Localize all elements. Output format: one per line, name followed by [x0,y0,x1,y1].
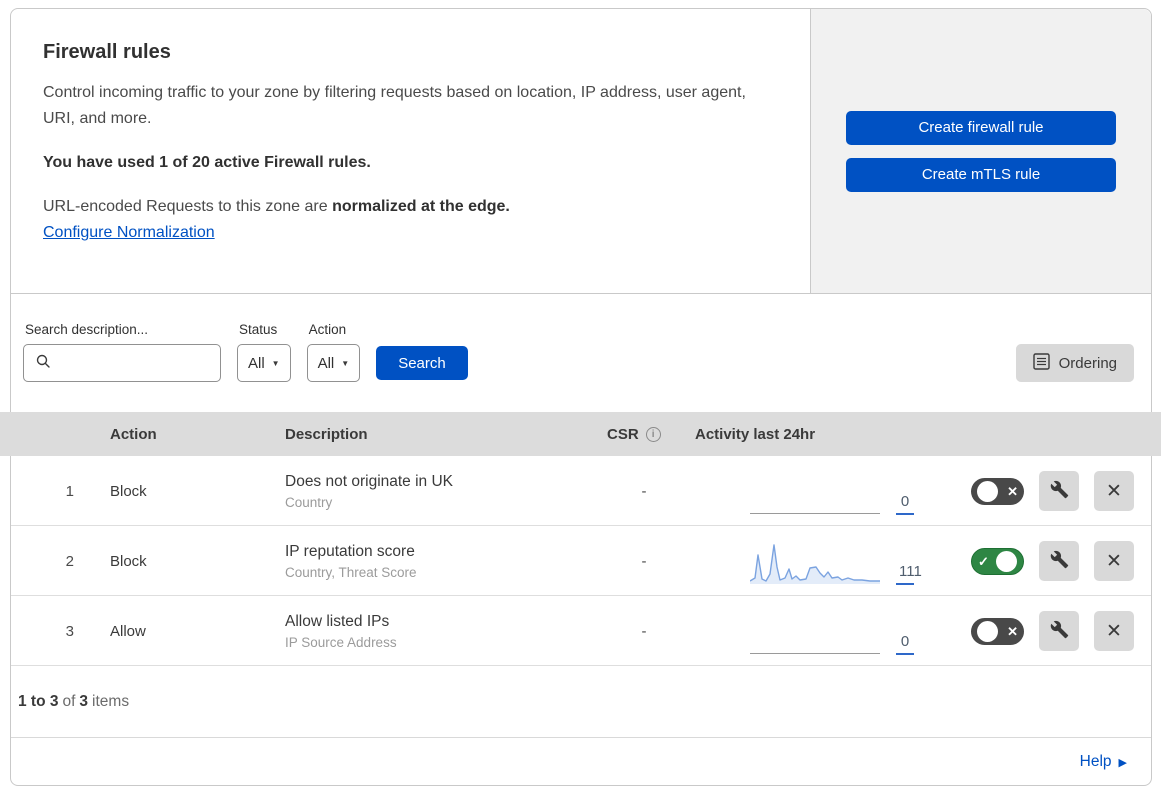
rule-csr-value: - [641,622,647,640]
table-row: 3 Allow Allow listed IPs IP Source Address -… [11,596,1151,666]
info-icon[interactable]: i [645,426,661,442]
help-bar: Help ▶ [11,738,1151,786]
column-activity: Activity last 24hr [695,425,816,443]
rule-description: Allow listed IPs [285,612,390,630]
search-button[interactable]: Search [376,346,468,380]
search-label: Search description... [25,322,149,337]
rule-fields: Country, Threat Score [285,564,417,580]
rule-controls: ✕ ✕ [910,611,1151,651]
status-filter-group: Status All ▼ [237,322,291,382]
activity-sparkline [750,513,880,515]
status-filter-select[interactable]: All ▼ [237,344,291,382]
close-icon: ✕ [1106,480,1122,502]
chevron-down-icon: ▼ [341,358,350,368]
ordering-list-icon [1032,352,1050,374]
rule-enabled-toggle[interactable]: ✕ [971,617,1024,645]
rule-fields: IP Source Address [285,634,397,650]
edit-rule-button[interactable] [1039,611,1079,651]
column-description: Description [285,425,368,443]
status-label: Status [239,322,278,337]
page-title: Firewall rules [43,41,171,63]
rule-activity-cell: 111 [685,526,922,596]
pagination-summary: 1 to 3 of 3 items [11,666,1151,738]
toggle-knob [977,620,998,642]
edit-rule-button[interactable] [1039,471,1079,511]
table-row: 1 Block Does not originate in UK Country -0 ✕… [11,456,1151,526]
column-csr: CSR i [597,426,685,443]
rule-controls: ✓ ✕ [910,541,1151,581]
rule-enabled-toggle[interactable]: ✓ [971,547,1024,575]
rule-action: Block [110,552,147,570]
action-filter-select[interactable]: All ▼ [306,344,361,382]
page-description: Control incoming traffic to your zone by… [43,84,746,127]
wrench-icon [1050,620,1069,642]
rule-enabled-toggle[interactable]: ✕ [971,477,1024,505]
search-icon [35,353,51,374]
action-filter-group: Action All ▼ [306,322,361,382]
table-header: Action Description CSR i Activity last 2… [0,412,1161,456]
rule-csr-value: - [641,482,647,500]
ordering-button[interactable]: Ordering [1015,344,1134,382]
configure-normalization-link[interactable]: Configure Normalization [43,224,215,241]
create-firewall-rule-button[interactable]: Create firewall rule [846,110,1116,145]
search-description-input[interactable] [51,345,240,381]
usage-summary: You have used 1 of 20 active Firewall ru… [43,154,371,171]
check-icon: ✓ [978,553,989,569]
delete-rule-button[interactable]: ✕ [1094,471,1134,511]
toggle-knob [977,480,998,502]
arrow-right-icon: ▶ [1118,756,1127,769]
filter-bar: Search description... Status All ▼ Actio… [11,294,1151,412]
search-field-group: Search description... [23,322,240,382]
activity-sparkline [750,541,880,585]
rule-action: Block [110,482,147,500]
table-row: 2 Block IP reputation score Country, Threat… [11,526,1151,596]
rule-description-cell: IP reputation score Country, Threat Score [275,543,597,580]
rule-controls: ✕ ✕ [910,471,1151,511]
rule-activity-cell: 0 [685,456,914,526]
search-box[interactable] [23,344,240,382]
edit-rule-button[interactable] [1039,541,1079,581]
x-icon: ✕ [1007,483,1018,499]
close-icon: ✕ [1106,550,1122,572]
activity-sparkline [750,653,880,655]
rule-action: Allow [110,622,146,640]
close-icon: ✕ [1106,620,1122,642]
column-action: Action [110,425,157,443]
action-label: Action [308,322,347,337]
table-body: 1 Block Does not originate in UK Country -0 ✕… [11,456,1151,666]
normalization-note: URL-encoded Requests to this zone are no… [43,198,510,215]
hero-section: Firewall rules Control incoming traffic … [11,9,1151,294]
x-icon: ✕ [1007,623,1018,639]
chevron-down-icon: ▼ [271,358,280,368]
help-link[interactable]: Help ▶ [1080,753,1127,771]
rule-priority: 3 [65,622,74,640]
rule-priority: 1 [65,482,74,500]
wrench-icon [1050,550,1069,572]
firewall-rules-panel: Firewall rules Control incoming traffic … [0,8,1161,786]
create-mtls-rule-button[interactable]: Create mTLS rule [846,157,1116,192]
delete-rule-button[interactable]: ✕ [1094,541,1134,581]
rule-description-cell: Allow listed IPs IP Source Address [275,613,597,650]
wrench-icon [1050,480,1069,502]
rule-csr-value: - [641,552,647,570]
rule-description: IP reputation score [285,542,415,560]
rule-description-cell: Does not originate in UK Country [275,473,597,510]
hero-actions: Create firewall rule Create mTLS rule [811,9,1151,293]
hero-text: Firewall rules Control incoming traffic … [11,9,811,293]
delete-rule-button[interactable]: ✕ [1094,611,1134,651]
rule-fields: Country [285,494,333,510]
rule-priority: 2 [65,552,74,570]
rule-description: Does not originate in UK [285,472,454,490]
toggle-knob [996,550,1017,572]
rule-activity-cell: 0 [685,596,914,666]
